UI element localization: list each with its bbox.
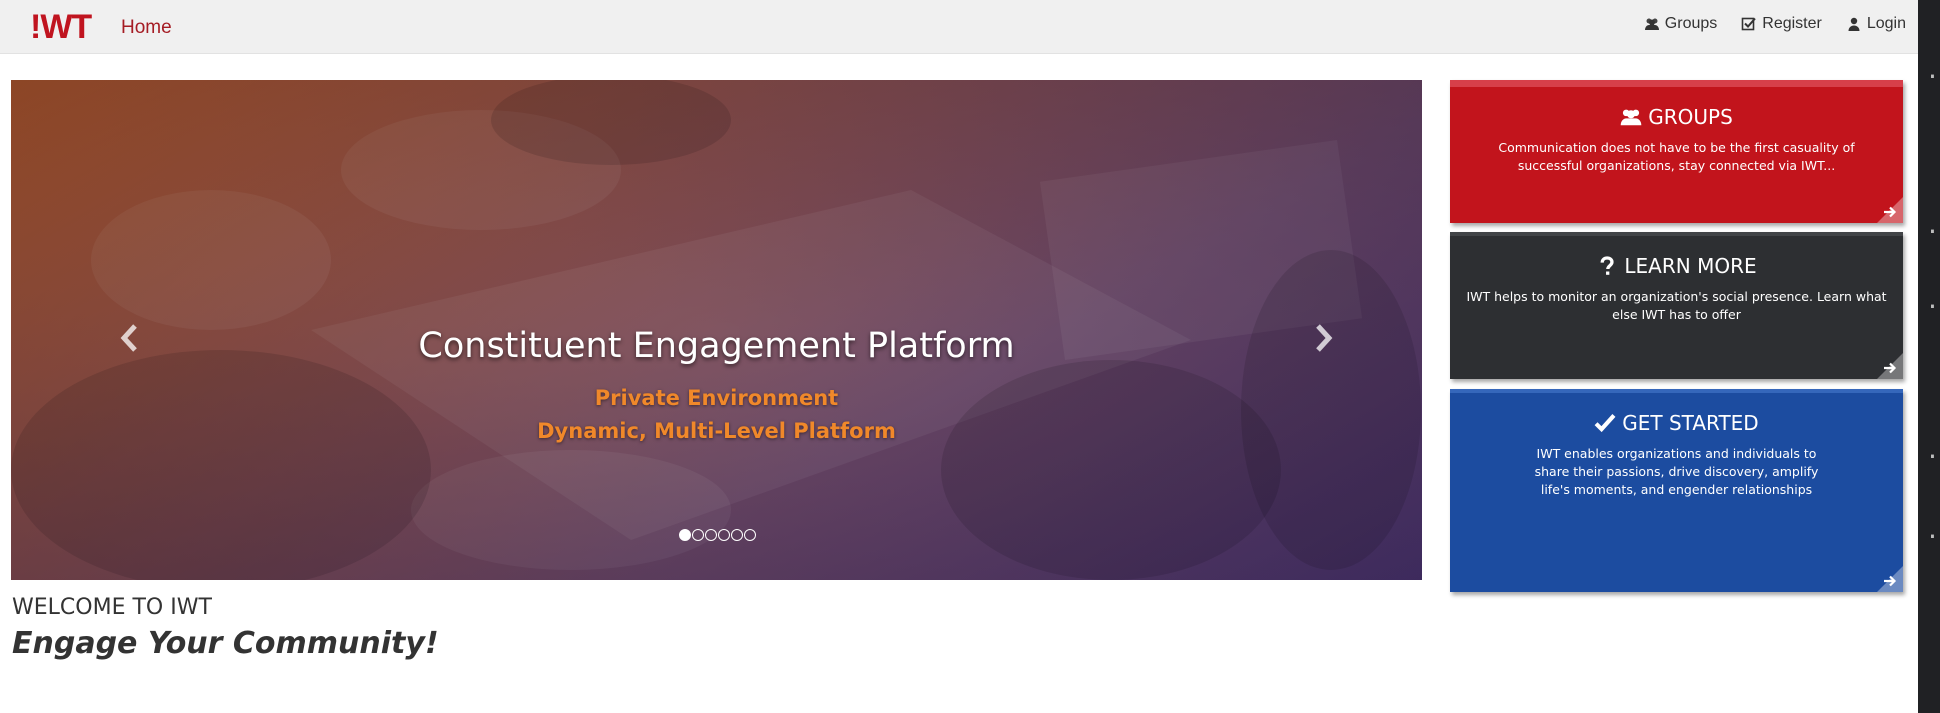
- side-glyph: ·: [1928, 60, 1937, 93]
- groups-tile-heading: GROUPS: [1450, 105, 1903, 129]
- navbar: !WT Home Groups Register Login: [0, 0, 1918, 54]
- carousel-prev-button[interactable]: [99, 308, 159, 368]
- get-started-tile-heading: GET STARTED: [1450, 411, 1903, 435]
- get-started-tile[interactable]: GET STARTED IWT enables organizations an…: [1450, 389, 1903, 592]
- user-icon: [1848, 17, 1860, 31]
- welcome-heading: WELCOME TO IWT: [12, 595, 212, 620]
- nav-right: Groups Register Login: [1644, 15, 1906, 33]
- arrow-right-icon[interactable]: [1883, 574, 1897, 588]
- slide-title: Constituent Engagement Platform: [418, 326, 1015, 366]
- users-icon: [1620, 109, 1642, 126]
- carousel-indicators: [679, 529, 756, 541]
- chevron-right-icon: [1316, 324, 1333, 352]
- arrow-right-icon[interactable]: [1883, 361, 1897, 375]
- side-glyph: ·: [1928, 520, 1937, 553]
- slide-subtitle-2: Dynamic, Multi-Level Platform: [537, 419, 896, 443]
- learn-more-tile-heading: LEARN MORE: [1450, 254, 1903, 278]
- carousel-indicator[interactable]: [692, 529, 704, 541]
- carousel-indicator[interactable]: [718, 529, 730, 541]
- chevron-left-icon: [120, 324, 137, 352]
- side-glyph: ·: [1928, 440, 1937, 473]
- carousel-indicator[interactable]: [731, 529, 743, 541]
- nav-login-link[interactable]: Login: [1846, 15, 1906, 33]
- learn-more-tile-title: LEARN MORE: [1624, 254, 1757, 278]
- learn-more-tile[interactable]: LEARN MORE IWT helps to monitor an organ…: [1450, 232, 1903, 379]
- learn-more-tile-text: IWT helps to monitor an organization's s…: [1466, 289, 1887, 322]
- nav-groups-label: Groups: [1664, 15, 1718, 32]
- nav-login-label: Login: [1866, 15, 1906, 32]
- carousel-next-button[interactable]: [1294, 308, 1354, 368]
- logo[interactable]: !WT: [30, 10, 92, 44]
- slide-subtitle-1: Private Environment: [594, 386, 839, 410]
- hero-carousel[interactable]: Constituent Engagement Platform Private …: [11, 80, 1422, 580]
- groups-tile-text: Communication does not have to be the fi…: [1498, 140, 1855, 173]
- nav-register-label: Register: [1762, 15, 1822, 32]
- check-icon: [1594, 414, 1616, 433]
- side-glyph: ·: [1928, 215, 1937, 248]
- question-icon: [1600, 256, 1614, 275]
- tagline: Engage Your Community!: [12, 626, 439, 661]
- get-started-tile-title: GET STARTED: [1622, 411, 1759, 435]
- side-glyph: ·: [1928, 290, 1937, 323]
- nav-groups-link[interactable]: Groups: [1644, 15, 1717, 33]
- nav-home-link[interactable]: Home: [121, 17, 172, 39]
- carousel-indicator[interactable]: [679, 529, 691, 541]
- carousel-indicator[interactable]: [744, 529, 756, 541]
- side-panel-edge: · · · · ·: [1918, 0, 1940, 713]
- groups-tile[interactable]: GROUPS Communication does not have to be…: [1450, 80, 1903, 223]
- page: !WT Home Groups Register Login Constitue…: [0, 0, 1918, 713]
- arrow-right-icon[interactable]: [1883, 205, 1897, 219]
- check-square-icon: [1741, 17, 1757, 31]
- users-icon: [1644, 18, 1659, 30]
- carousel-indicator[interactable]: [705, 529, 717, 541]
- nav-register-link[interactable]: Register: [1741, 15, 1822, 33]
- get-started-tile-text: IWT enables organizations and individual…: [1534, 446, 1819, 497]
- groups-tile-title: GROUPS: [1648, 105, 1733, 129]
